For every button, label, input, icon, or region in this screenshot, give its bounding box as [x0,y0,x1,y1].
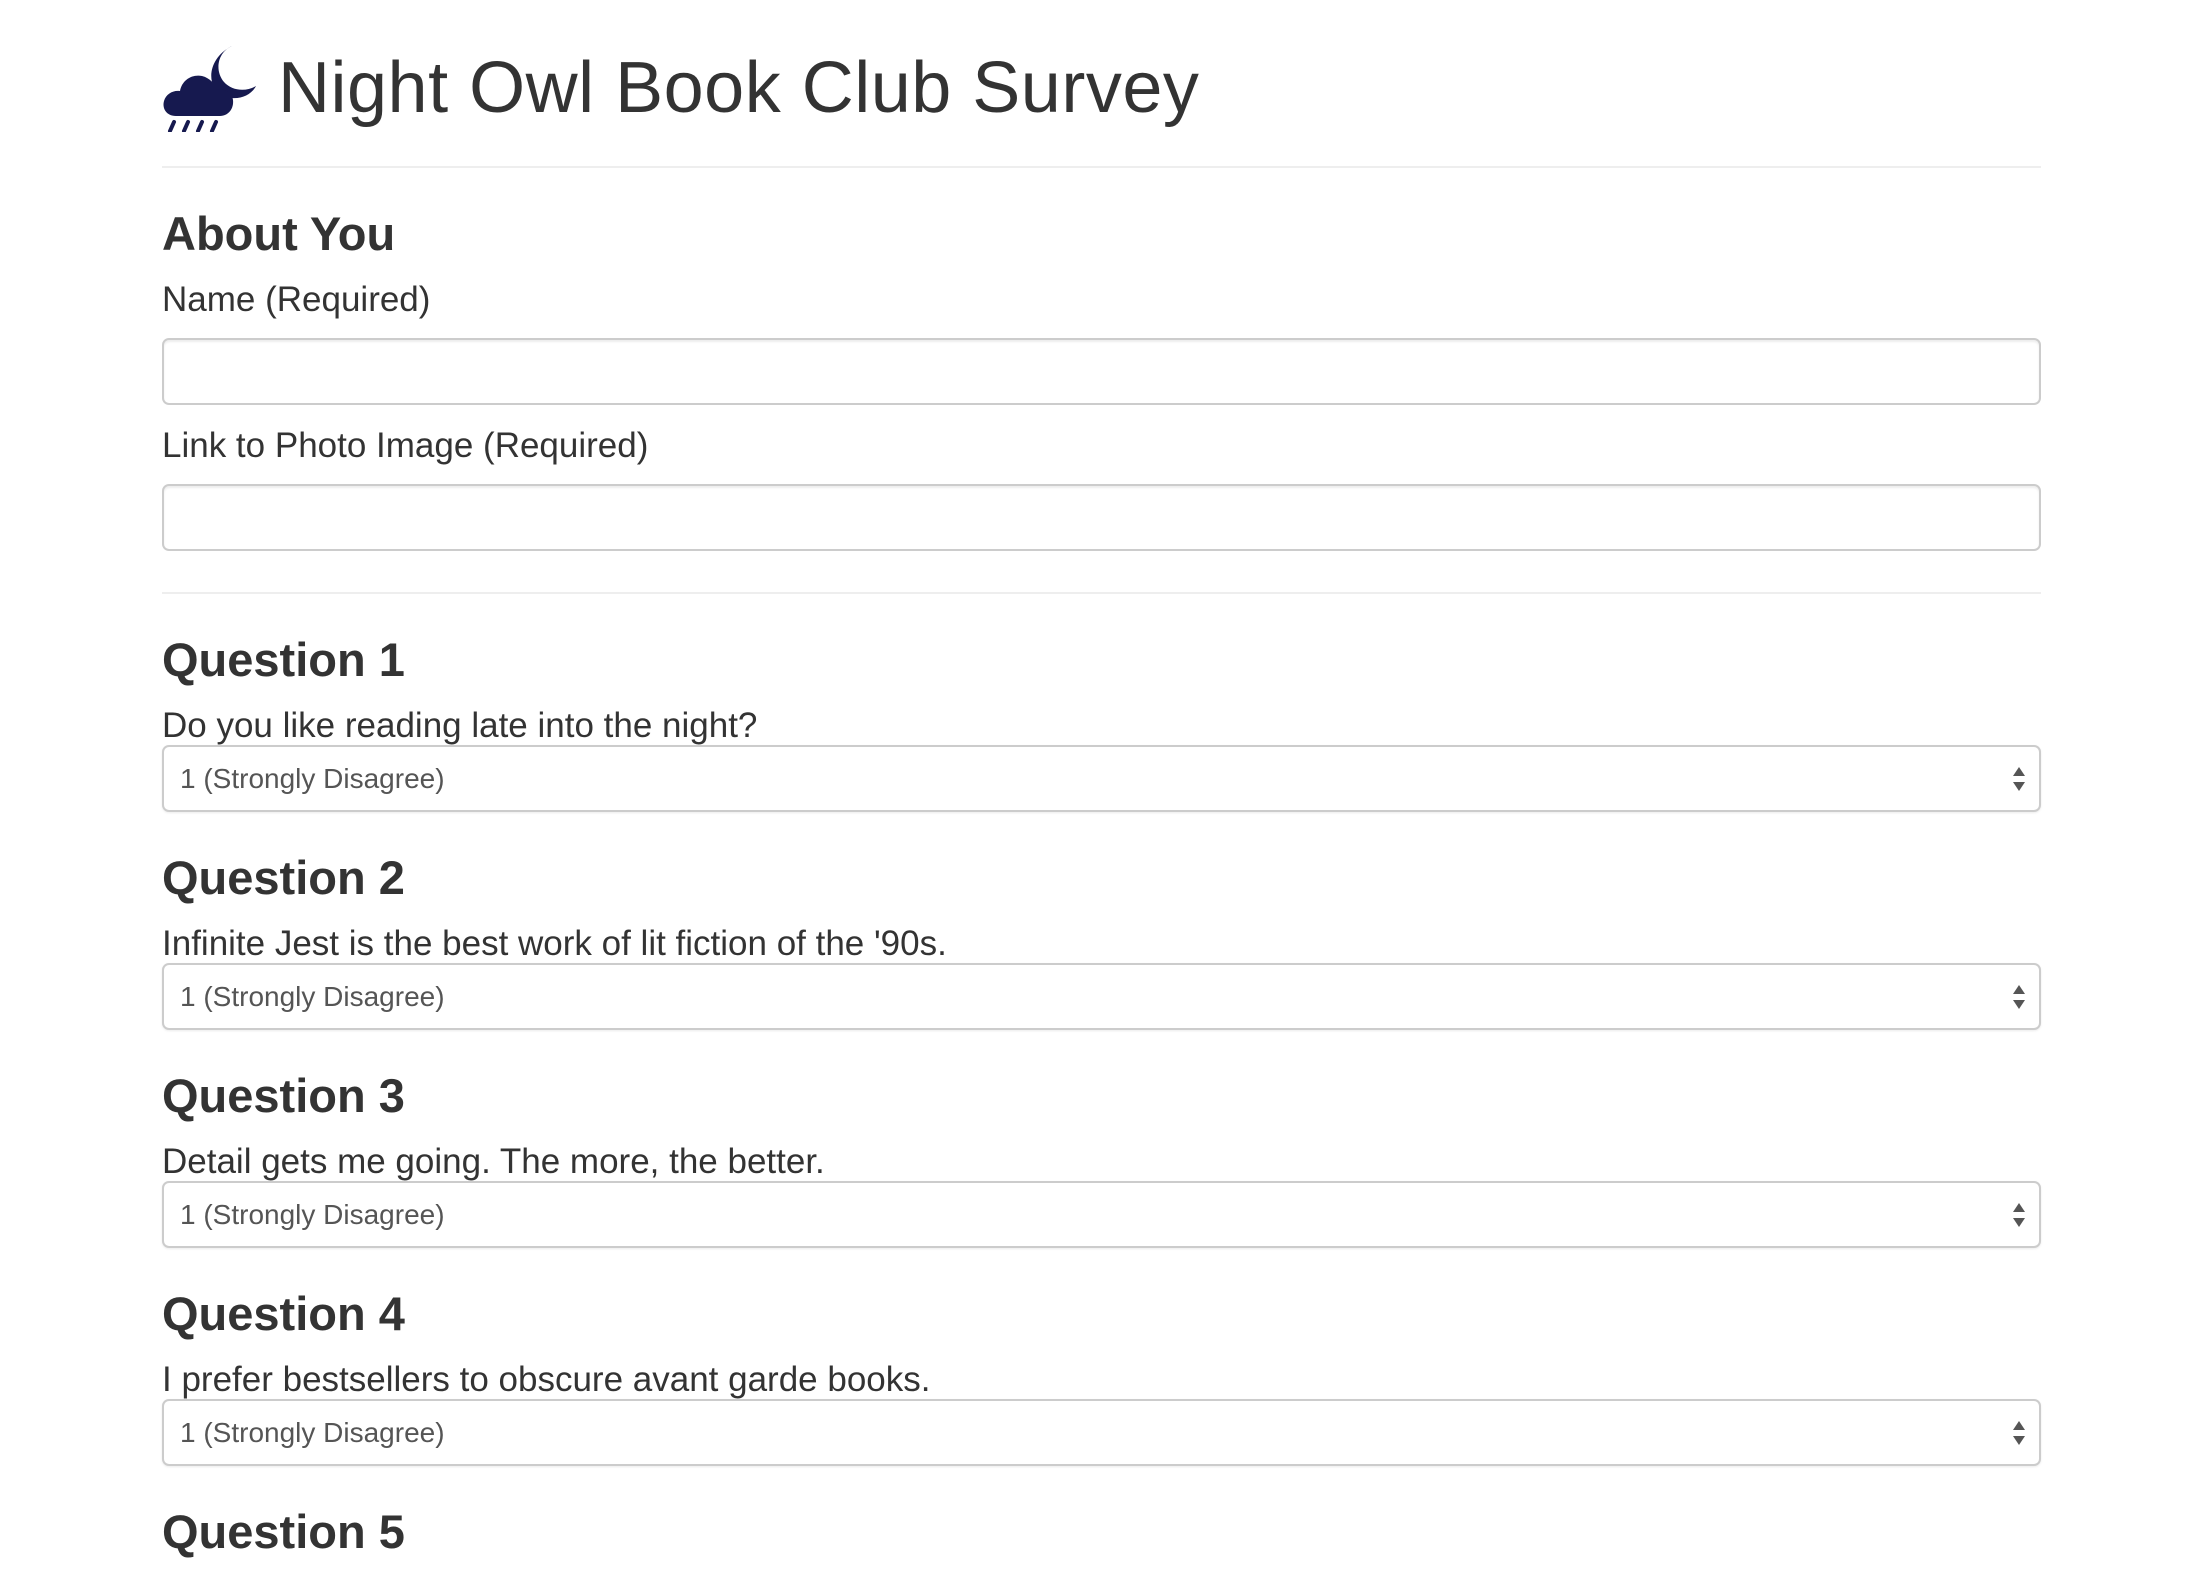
question-2-heading: Question 2 [162,851,405,904]
question-4-select[interactable]: 1 (Strongly Disagree) [162,1399,2041,1466]
question-3-select[interactable]: 1 (Strongly Disagree) [162,1181,2041,1248]
question-1-heading: Question 1 [162,633,405,686]
question-2-selected-value: 1 (Strongly Disagree) [180,980,445,1012]
question-4-heading: Question 4 [162,1287,405,1340]
question-2-text: Infinite Jest is the best work of lit fi… [162,924,947,963]
photo-link-input[interactable] [162,484,2041,551]
survey-page: Night Owl Book Club Survey About You Nam… [0,0,2204,1578]
question-5-heading: Question 5 [162,1505,405,1558]
question-1-select[interactable]: 1 (Strongly Disagree) [162,745,2041,812]
question-4-text: I prefer bestsellers to obscure avant ga… [162,1360,931,1399]
question-2-select[interactable]: 1 (Strongly Disagree) [162,963,2041,1030]
question-1-selected-value: 1 (Strongly Disagree) [180,762,445,794]
page-header: Night Owl Book Club Survey [162,38,1199,138]
cloud-moon-rain-icon [162,44,258,133]
photo-link-label: Link to Photo Image (Required) [162,426,649,465]
header-divider [162,166,2041,168]
question-4-selected-value: 1 (Strongly Disagree) [180,1416,445,1448]
select-arrows-icon [2011,1201,2027,1229]
about-heading: About You [162,207,396,260]
name-input[interactable] [162,338,2041,405]
select-arrows-icon [2011,1419,2027,1447]
select-arrows-icon [2011,765,2027,793]
page-title: Night Owl Book Club Survey [278,48,1200,128]
section-divider [162,592,2041,594]
question-3-text: Detail gets me going. The more, the bett… [162,1142,825,1181]
select-arrows-icon [2011,983,2027,1011]
question-3-selected-value: 1 (Strongly Disagree) [180,1198,445,1230]
name-label: Name (Required) [162,280,431,319]
question-3-heading: Question 3 [162,1069,405,1122]
question-1-text: Do you like reading late into the night? [162,706,758,745]
